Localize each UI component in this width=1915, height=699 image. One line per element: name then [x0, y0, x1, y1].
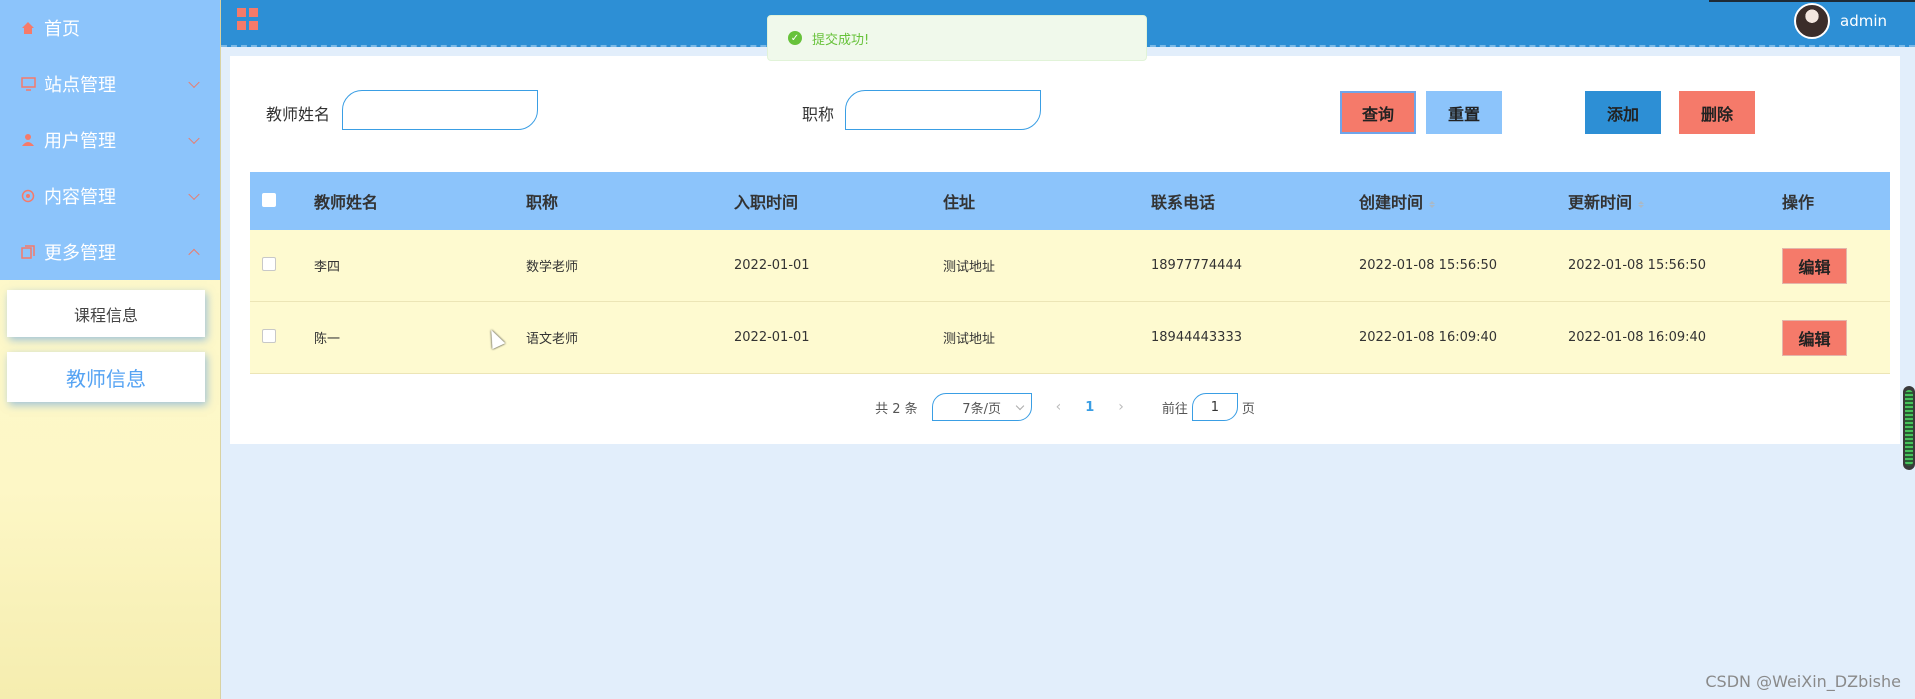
- cell-name: 李四: [314, 260, 341, 275]
- cell-address: 测试地址: [943, 332, 996, 347]
- query-button[interactable]: 查询: [1340, 91, 1416, 134]
- column-header: 入职时间: [734, 193, 799, 212]
- cell-created: 2022-01-08 16:09:40: [1359, 330, 1498, 345]
- teacher-name-label: 教师姓名: [266, 105, 331, 124]
- sidebar-item-label: 更多管理: [44, 243, 116, 264]
- sidebar-item-label: 首页: [44, 19, 80, 40]
- sidebar-item-users[interactable]: 用户管理: [0, 112, 220, 168]
- cell-updated: 2022-01-08 15:56:50: [1568, 258, 1707, 273]
- column-header: 住址: [943, 193, 976, 212]
- page-size-select[interactable]: 7条/页: [931, 393, 1032, 421]
- column-header-label: 更新时间: [1568, 193, 1633, 212]
- table-row: 李四 数学老师 2022-01-01 测试地址 18977774444 2022…: [250, 230, 1890, 302]
- cell-title: 语文老师: [526, 332, 579, 347]
- avatar[interactable]: [1794, 3, 1830, 39]
- submenu: 课程信息 教师信息: [0, 280, 220, 402]
- page-number[interactable]: 1: [1085, 400, 1094, 415]
- chevron-down-icon: [1015, 401, 1024, 411]
- row-checkbox[interactable]: [262, 328, 276, 343]
- user-icon: [20, 132, 36, 148]
- row-checkbox[interactable]: [262, 256, 276, 271]
- delete-button[interactable]: 删除: [1679, 91, 1755, 134]
- teacher-name-input[interactable]: [342, 90, 538, 130]
- cell-updated: 2022-01-08 16:09:40: [1568, 330, 1707, 345]
- select-all-checkbox[interactable]: [262, 192, 276, 207]
- page-size-value: 7条/页: [962, 401, 1001, 417]
- sidebar-menu: 首页 站点管理 用户管理 内容管理 更多管理: [0, 0, 220, 280]
- column-header: 职称: [526, 193, 559, 212]
- more-icon: [20, 244, 36, 260]
- username: admin: [1840, 12, 1887, 30]
- column-header-updated[interactable]: 更新时间: [1568, 189, 1776, 213]
- column-header-created[interactable]: 创建时间: [1359, 189, 1568, 213]
- scrollbar[interactable]: [1903, 386, 1915, 470]
- content-icon: [20, 188, 36, 204]
- grid-menu-icon[interactable]: [237, 8, 259, 30]
- home-icon: [20, 20, 36, 36]
- column-header: 联系电话: [1151, 193, 1216, 212]
- next-page-icon[interactable]: ›: [1118, 399, 1124, 415]
- sidebar: 首页 站点管理 用户管理 内容管理 更多管理 课程信息 教师信息: [0, 0, 221, 699]
- cell-phone: 18944443333: [1151, 330, 1242, 345]
- cell-hire-date: 2022-01-01: [734, 330, 810, 345]
- main-panel: 教师姓名 职称 查询 重置 添加 删除 教师姓名 职称 入职时间 住址 联系电话…: [230, 56, 1900, 444]
- table-header: 教师姓名 职称 入职时间 住址 联系电话 创建时间 更新时间 操作: [250, 172, 1890, 230]
- chevron-down-icon: [188, 132, 200, 145]
- sidebar-item-label: 站点管理: [44, 75, 116, 96]
- user-info[interactable]: admin: [1794, 2, 1887, 40]
- sort-icon[interactable]: [1429, 198, 1436, 210]
- success-toast: ✓ 提交成功!: [767, 15, 1147, 61]
- sidebar-item-site[interactable]: 站点管理: [0, 56, 220, 112]
- column-header-label: 创建时间: [1359, 193, 1424, 212]
- goto-prefix: 前往: [1161, 401, 1188, 417]
- submenu-item-teacher[interactable]: 教师信息: [7, 352, 205, 402]
- check-circle-icon: ✓: [788, 31, 802, 45]
- pagination: 共 2 条 7条/页 ‹ 1 › 前往 1 页: [230, 392, 1900, 422]
- chevron-up-icon: [188, 248, 200, 261]
- toast-message: 提交成功!: [812, 32, 870, 48]
- goto-page-input[interactable]: 1: [1191, 393, 1238, 421]
- goto-suffix: 页: [1241, 401, 1255, 417]
- title-label: 职称: [802, 105, 835, 124]
- sidebar-item-home[interactable]: 首页: [0, 0, 220, 56]
- add-button[interactable]: 添加: [1585, 91, 1661, 134]
- cell-address: 测试地址: [943, 260, 996, 275]
- reset-button[interactable]: 重置: [1426, 91, 1502, 134]
- cell-title: 数学老师: [526, 260, 579, 275]
- edit-button[interactable]: 编辑: [1782, 319, 1847, 356]
- chevron-down-icon: [188, 76, 200, 89]
- cell-phone: 18977774444: [1151, 258, 1242, 273]
- monitor-icon: [20, 76, 36, 92]
- edit-button[interactable]: 编辑: [1782, 247, 1847, 284]
- chevron-down-icon: [188, 188, 200, 201]
- cell-created: 2022-01-08 15:56:50: [1359, 258, 1498, 273]
- column-header: 教师姓名: [314, 193, 379, 212]
- watermark: CSDN @WeiXin_DZbishe: [1705, 672, 1901, 691]
- goto-page: 前往 1 页: [1162, 393, 1255, 421]
- sidebar-item-label: 用户管理: [44, 131, 116, 152]
- sidebar-item-label: 内容管理: [44, 187, 116, 208]
- column-header: 操作: [1782, 193, 1815, 212]
- cell-hire-date: 2022-01-01: [734, 258, 810, 273]
- sort-icon[interactable]: [1638, 198, 1645, 210]
- submenu-item-course[interactable]: 课程信息: [7, 290, 205, 337]
- title-input[interactable]: [845, 90, 1041, 130]
- sidebar-item-more[interactable]: 更多管理: [0, 224, 220, 280]
- pagination-total: 共 2 条: [875, 401, 918, 417]
- prev-page-icon[interactable]: ‹: [1056, 399, 1062, 415]
- sidebar-item-content[interactable]: 内容管理: [0, 168, 220, 224]
